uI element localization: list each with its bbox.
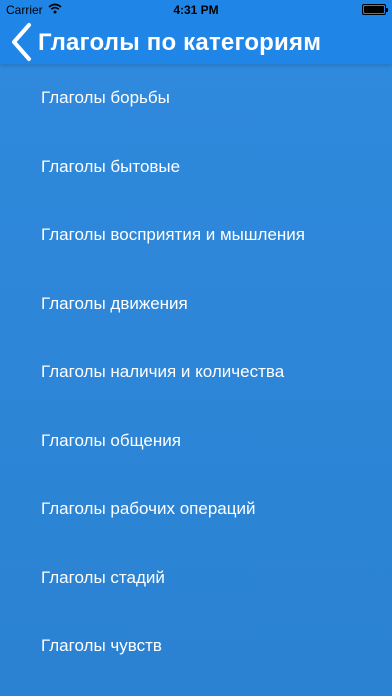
category-item[interactable]: Глаголы борьбы	[0, 64, 392, 133]
category-item[interactable]: Глаголы рабочих операций	[0, 475, 392, 544]
status-time: 4:31 PM	[173, 3, 219, 17]
category-item[interactable]: Глаголы бытовые	[0, 133, 392, 202]
top-bar: Carrier 4:31 PM Глаголы по категориям	[0, 0, 392, 64]
back-button[interactable]	[4, 20, 40, 64]
chevron-left-icon	[12, 23, 31, 61]
category-item[interactable]: Глаголы чувств	[0, 612, 392, 681]
battery-icon	[362, 4, 388, 15]
navigation-bar: Глаголы по категориям	[0, 20, 392, 64]
status-right	[362, 4, 388, 15]
category-item[interactable]: Глаголы наличия и количества	[0, 338, 392, 407]
category-item[interactable]: Глаголы общения	[0, 407, 392, 476]
category-list: Глаголы борьбы Глаголы бытовые Глаголы в…	[0, 64, 392, 696]
category-item[interactable]: Глаголы восприятия и мышления	[0, 201, 392, 270]
category-item[interactable]: Глаголы стадий	[0, 544, 392, 613]
status-bar: Carrier 4:31 PM	[0, 0, 392, 20]
page-title: Глаголы по категориям	[38, 29, 322, 56]
category-item[interactable]: Глаголы движения	[0, 270, 392, 339]
battery-level	[364, 6, 384, 13]
